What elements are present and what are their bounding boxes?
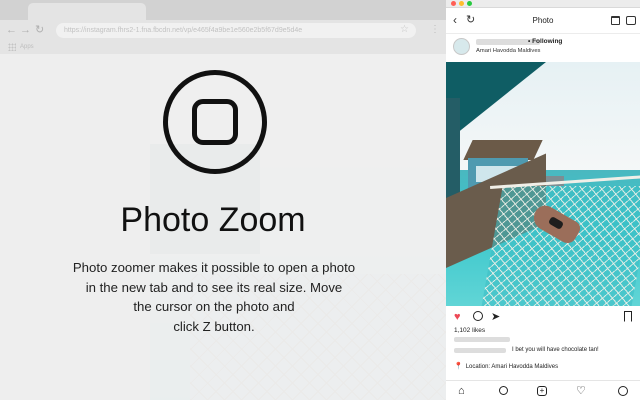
post-location-subtitle[interactable]: Amari Havodda Maldives <box>476 47 540 55</box>
likes-count[interactable]: 1,102 likes <box>454 326 485 335</box>
reload-icon[interactable]: ↻ <box>35 23 44 37</box>
mobile-instagram-panel: ‹ ↻ Photo • Following Amari Havodda Mald… <box>446 0 640 400</box>
forward-arrow-icon[interactable]: → <box>20 23 31 37</box>
post-actions: ♥ ➤ <box>446 306 640 326</box>
comment-row: I bet you will have chocolate tan! <box>454 346 640 355</box>
bottom-tab-bar: ⌂ + ♡ <box>446 380 640 400</box>
window-close-button[interactable] <box>451 1 456 6</box>
promo-title: Photo Zoom <box>120 201 306 239</box>
calendar-icon[interactable] <box>611 16 620 25</box>
post-photo[interactable] <box>446 62 640 306</box>
promo-description: Photo zoomer makes it possible to open a… <box>63 258 365 336</box>
avatar[interactable] <box>453 38 470 55</box>
window-minimize-button[interactable] <box>459 1 464 6</box>
new-post-icon[interactable]: + <box>537 386 547 396</box>
window-title-bar <box>446 0 640 8</box>
screenshot-stage: ← → ↻ https://instagram.fhrs2-1.fna.fbcd… <box>0 0 640 400</box>
share-icon[interactable]: ➤ <box>491 311 500 323</box>
apps-grid-icon[interactable] <box>8 43 16 51</box>
profile-icon[interactable] <box>618 386 628 396</box>
window-maximize-button[interactable] <box>467 1 472 6</box>
comment-icon[interactable] <box>473 311 483 321</box>
location-row[interactable]: 📍 Location: Amari Havodda Maldives <box>454 362 558 371</box>
activity-heart-icon[interactable]: ♡ <box>576 385 586 397</box>
mobile-top-nav: ‹ ↻ Photo <box>446 8 640 34</box>
promo-description-line: click Z button. <box>173 318 255 334</box>
like-heart-icon[interactable]: ♥ <box>454 311 461 323</box>
following-label[interactable]: • Following <box>528 37 562 46</box>
browser-tab-strip <box>0 0 446 20</box>
apps-bookmark-label[interactable]: Apps <box>20 42 34 52</box>
photo-zoom-logo-icon <box>163 70 267 174</box>
browser-menu-icon[interactable]: ⋮ <box>430 23 440 37</box>
photo-roof <box>446 62 546 142</box>
comment-text: I bet you will have chocolate tan! <box>512 347 599 353</box>
location-pin-icon: 📍 <box>454 363 463 370</box>
browser-tab[interactable] <box>28 3 146 20</box>
back-arrow-icon[interactable]: ← <box>6 23 17 37</box>
caption-username-redacted[interactable] <box>454 337 510 342</box>
photo-hut-roof <box>463 140 543 160</box>
location-text: Location: Amari Havodda Maldives <box>465 364 559 370</box>
home-icon[interactable]: ⌂ <box>458 385 465 397</box>
igtv-icon[interactable] <box>626 16 636 25</box>
photo-zoom-logo-inner-square <box>192 99 238 145</box>
bookmarks-bar: Apps <box>0 40 446 54</box>
promo-description-line: Photo zoomer makes it possible to open a… <box>72 260 356 275</box>
post-header: • Following Amari Havodda Maldives <box>446 34 640 62</box>
photo-net <box>481 186 640 306</box>
search-icon[interactable] <box>499 386 508 395</box>
promo-description-line: in the new tab and to see its real size.… <box>85 279 343 295</box>
address-bar[interactable]: https://instagram.fhrs2-1.fna.fbcdn.net/… <box>56 23 416 38</box>
promo-description-line: the cursor on the photo and <box>133 299 295 314</box>
bookmark-star-icon[interactable]: ☆ <box>400 23 409 37</box>
left-browser-window: ← → ↻ https://instagram.fhrs2-1.fna.fbcd… <box>0 0 446 400</box>
browser-toolbar: ← → ↻ https://instagram.fhrs2-1.fna.fbcd… <box>0 20 446 40</box>
comment-username-redacted[interactable] <box>454 348 506 353</box>
save-bookmark-icon[interactable] <box>624 311 632 322</box>
